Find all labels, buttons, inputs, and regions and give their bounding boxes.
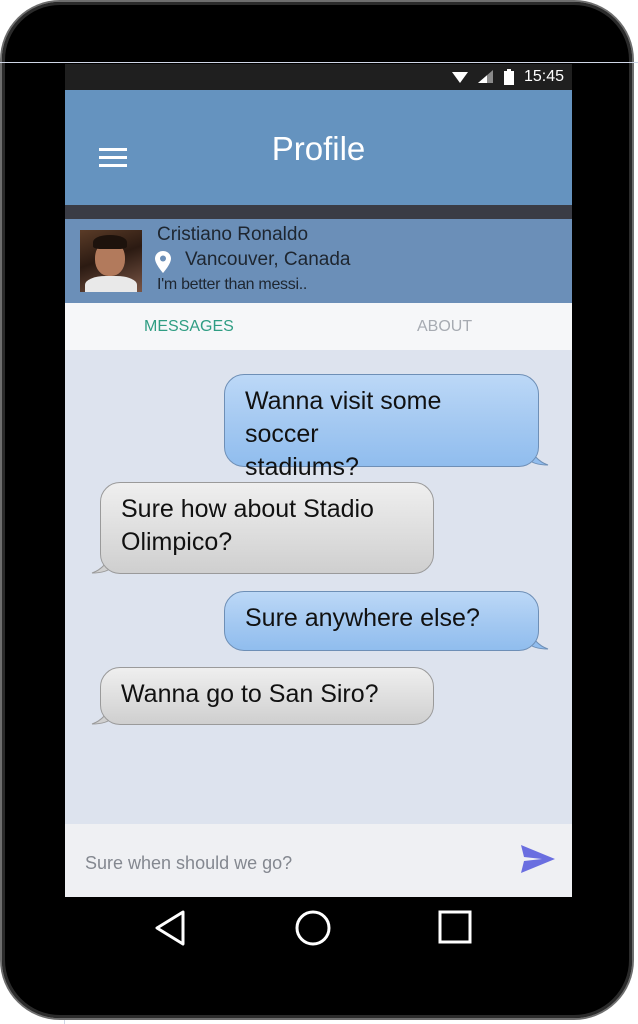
message-line: stadiums?: [245, 453, 359, 481]
page-title: Profile: [271, 130, 366, 167]
profile-name: Cristiano Ronaldo: [157, 224, 309, 245]
recents-square-icon[interactable]: [438, 909, 472, 945]
tab-bar: MESSAGES ABOUT: [65, 303, 572, 350]
message-line: Olimpico?: [121, 528, 233, 556]
tab-about[interactable]: ABOUT: [417, 318, 472, 336]
message-line: Wanna go to San Siro?: [121, 680, 379, 708]
status-time: 15:45: [523, 68, 564, 85]
header-divider: [65, 205, 572, 219]
navigation-bar: [65, 897, 572, 961]
message-composer: [65, 824, 572, 897]
message-input[interactable]: [83, 848, 507, 878]
avatar[interactable]: [80, 230, 142, 292]
profile-bio: I'm better than messi..: [157, 276, 307, 293]
message-line: Sure how about Stadio: [121, 495, 374, 523]
signal-icon: [477, 70, 493, 83]
message-line: Wanna visit some soccer: [245, 387, 442, 448]
app-bar: Profile: [65, 90, 572, 205]
send-icon[interactable]: [520, 844, 556, 874]
message-bubble-outgoing: Wanna visit some soccer stadiums?: [224, 374, 539, 481]
location-pin-icon: [155, 251, 171, 273]
guide-line-horizontal: [0, 62, 638, 63]
status-bar: 15:45: [65, 64, 572, 90]
message-bubble-outgoing: Sure anywhere else?: [224, 591, 539, 651]
battery-icon: [503, 69, 514, 85]
message-bubble-incoming: Sure how about Stadio Olimpico?: [100, 482, 434, 574]
profile-header: Cristiano Ronaldo Vancouver, Canada I'm …: [65, 219, 572, 303]
profile-location: Vancouver, Canada: [185, 249, 351, 270]
message-line: Sure anywhere else?: [245, 604, 480, 632]
tab-messages[interactable]: MESSAGES: [144, 318, 234, 336]
back-triangle-icon[interactable]: [153, 909, 187, 947]
wifi-icon: [451, 72, 468, 83]
home-circle-icon[interactable]: [294, 909, 332, 947]
message-bubble-incoming: Wanna go to San Siro?: [100, 667, 434, 725]
phone-screen: 15:45 Profile Cristiano Ronaldo Vancouve…: [65, 64, 572, 897]
